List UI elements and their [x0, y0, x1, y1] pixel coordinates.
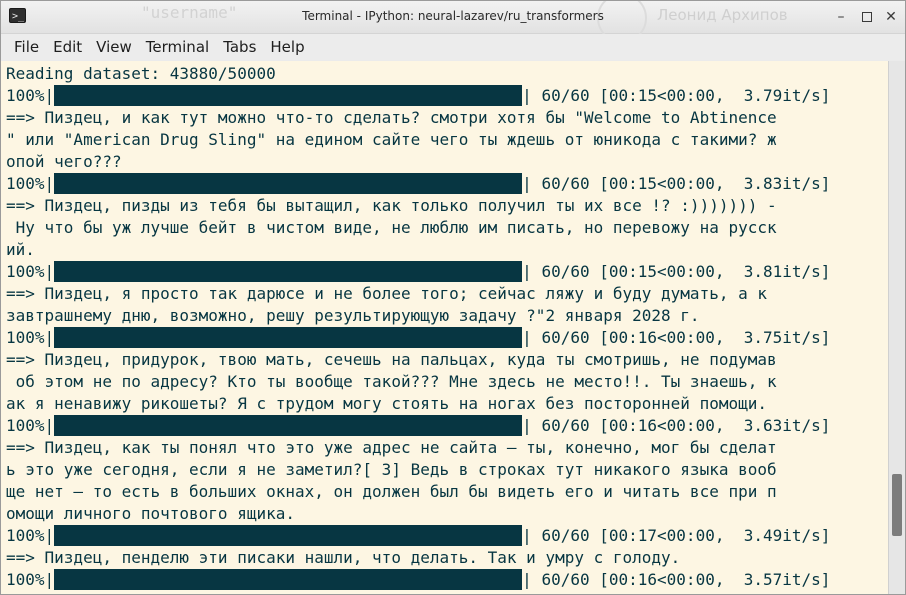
progress-bar: [54, 173, 523, 194]
progress-percent: 100%|: [6, 570, 55, 589]
output-line: ==> Пиздец, как ты понял что это уже адр…: [6, 438, 777, 457]
menu-view[interactable]: View: [89, 35, 139, 59]
progress-stats: | 60/60 [00:16<00:00, 3.57it/s]: [522, 570, 831, 589]
output-line: ий.: [6, 240, 35, 259]
output-line: ==> Пиздец, пизды из тебя бы вытащил, ка…: [6, 196, 777, 215]
output-line: ==> Пиздец, и как тут можно что-то сдела…: [6, 108, 777, 127]
title-bar[interactable]: "username" Леонид Архипов >_ Terminal - …: [1, 1, 905, 43]
scrollbar-thumb[interactable]: [892, 474, 902, 536]
output-line: ще нет — то есть в больших окнах, он дол…: [6, 482, 777, 501]
progress-bar: [54, 525, 523, 546]
progress-bar: [54, 327, 523, 348]
progress-stats: | 60/60 [00:15<00:00, 3.81it/s]: [522, 262, 831, 281]
output-line: " или "American Drug Sling" на едином са…: [6, 130, 777, 149]
menu-bar: File Edit View Terminal Tabs Help: [1, 34, 905, 60]
terminal-output[interactable]: Reading dataset: 43880/50000 100%| | 60/60…: [1, 61, 888, 594]
progress-stats: | 60/60 [00:15<00:00, 3.83it/s]: [522, 174, 831, 193]
output-line: ==> Пиздец, придурок, твою мать, сечешь …: [6, 350, 777, 369]
menu-tabs[interactable]: Tabs: [216, 35, 263, 59]
output-line: об этом не по адресу? Кто ты вообще тако…: [6, 372, 777, 391]
output-line: опой чего???: [6, 152, 122, 171]
output-line: завтрашнему дню, возможно, решу результи…: [6, 306, 700, 325]
menu-terminal[interactable]: Terminal: [139, 35, 216, 59]
terminal-header-line: Reading dataset: 43880/50000: [6, 64, 276, 83]
progress-bar: [54, 85, 523, 106]
progress-percent: 100%|: [6, 262, 55, 281]
vertical-scrollbar[interactable]: [888, 61, 905, 594]
output-line: омощи личного почтового ящика.: [6, 504, 295, 523]
progress-line: 100%| | 60/60 [00:16<00:00, 3.63it/s]: [6, 415, 888, 437]
progress-stats: | 60/60 [00:16<00:00, 3.63it/s]: [522, 416, 831, 435]
menu-help[interactable]: Help: [263, 35, 311, 59]
progress-line: 100%| | 60/60 [00:17<00:00, 3.49it/s]: [6, 525, 888, 547]
output-line: ==> Пиздец, пенделю эти писаки нашли, чт…: [6, 548, 681, 567]
terminal-window: "username" Леонид Архипов >_ Terminal - …: [0, 0, 906, 595]
progress-stats: | 60/60 [00:16<00:00, 3.75it/s]: [522, 328, 831, 347]
close-button[interactable]: ✕: [883, 9, 899, 25]
output-line: ак я ненавижу рикошеты? Я с трудом могу …: [6, 394, 767, 413]
progress-line: 100%| | 60/60 [00:15<00:00, 3.81it/s]: [6, 261, 888, 283]
output-line: ==> Пиздец, я просто так дарюсе и не бол…: [6, 284, 767, 303]
minimize-button[interactable]: –: [833, 9, 849, 25]
progress-percent: 100%|: [6, 416, 55, 435]
progress-bar: [54, 415, 523, 436]
progress-line: 100%| | 60/60 [00:16<00:00, 3.75it/s]: [6, 327, 888, 349]
progress-percent: 100%|: [6, 526, 55, 545]
progress-percent: 100%|: [6, 86, 55, 105]
maximize-button[interactable]: [859, 9, 875, 25]
progress-line: 100%| | 60/60 [00:16<00:00, 3.57it/s]: [6, 569, 888, 591]
progress-stats: | 60/60 [00:15<00:00, 3.79it/s]: [522, 86, 831, 105]
progress-percent: 100%|: [6, 328, 55, 347]
progress-line: 100%| | 60/60 [00:15<00:00, 3.79it/s]: [6, 85, 888, 107]
progress-bar: [54, 569, 523, 590]
output-line: ь это уже сегодня, если я не заметил?[ 3…: [6, 460, 777, 479]
progress-line: 100%| | 60/60 [00:15<00:00, 3.83it/s]: [6, 173, 888, 195]
maximize-icon: [862, 12, 872, 22]
output-line: Ну что бы уж лучше бейт в чистом виде, н…: [6, 218, 777, 237]
progress-stats: | 60/60 [00:17<00:00, 3.49it/s]: [522, 526, 831, 545]
progress-bar: [54, 261, 523, 282]
progress-percent: 100%|: [6, 174, 55, 193]
menu-edit[interactable]: Edit: [46, 35, 89, 59]
window-title: Terminal - IPython: neural-lazarev/ru_tr…: [302, 9, 604, 23]
menu-file[interactable]: File: [7, 35, 46, 59]
